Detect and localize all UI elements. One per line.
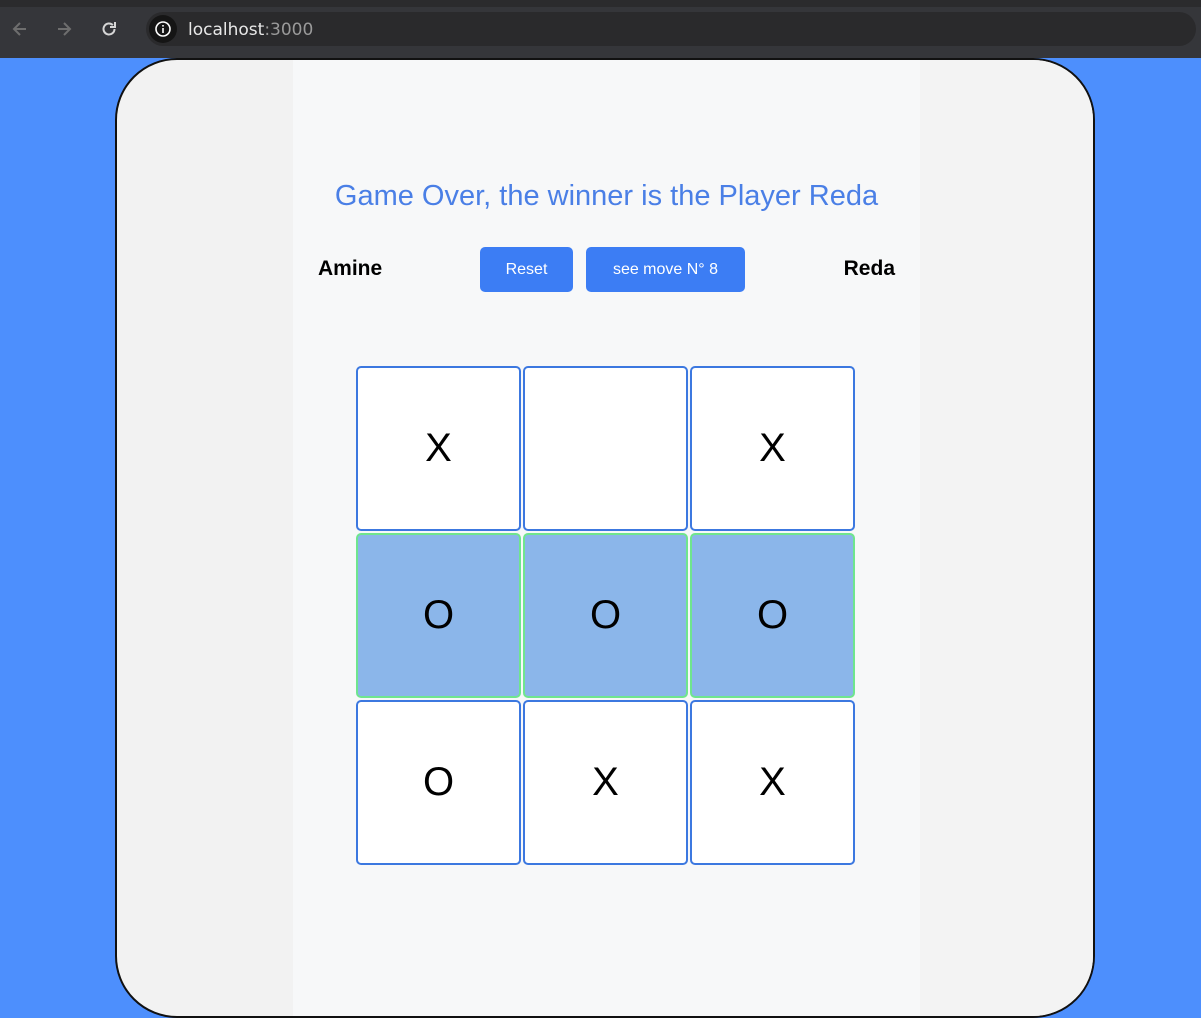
board-cell[interactable]: X xyxy=(690,700,855,865)
forward-button[interactable] xyxy=(50,15,78,43)
game-panel: Game Over, the winner is the Player Reda… xyxy=(293,60,920,1016)
url-text: localhost:3000 xyxy=(188,20,313,40)
player-one-name: Amine xyxy=(318,257,383,280)
site-info-icon[interactable] xyxy=(149,15,177,43)
board-cell-winning[interactable]: O xyxy=(356,533,521,698)
browser-toolbar: localhost:3000 xyxy=(0,0,1201,58)
see-move-button[interactable]: see move N° 8 xyxy=(586,247,745,292)
url-port: :3000 xyxy=(264,20,314,40)
game-status-message: Game Over, the winner is the Player Reda xyxy=(334,180,879,212)
board-cell[interactable]: X xyxy=(523,700,688,865)
address-bar[interactable]: localhost:3000 xyxy=(146,12,1196,46)
reset-button[interactable]: Reset xyxy=(480,247,573,292)
arrow-left-icon xyxy=(12,22,26,36)
device-frame: Game Over, the winner is the Player Reda… xyxy=(115,58,1095,1018)
board-cell[interactable]: X xyxy=(356,366,521,531)
board-cell[interactable]: X xyxy=(690,366,855,531)
arrow-right-icon xyxy=(58,22,72,36)
game-board: X X O O O O X X xyxy=(356,366,855,865)
url-host: localhost xyxy=(188,20,265,40)
board-cell[interactable] xyxy=(523,366,688,531)
frame-right-panel xyxy=(920,60,1093,1016)
board-cell-winning[interactable]: O xyxy=(690,533,855,698)
back-button[interactable] xyxy=(6,15,34,43)
player-two-name: Reda xyxy=(843,257,895,280)
board-cell-winning[interactable]: O xyxy=(523,533,688,698)
reload-button[interactable] xyxy=(95,15,123,43)
board-cell[interactable]: O xyxy=(356,700,521,865)
reload-icon xyxy=(102,22,116,36)
